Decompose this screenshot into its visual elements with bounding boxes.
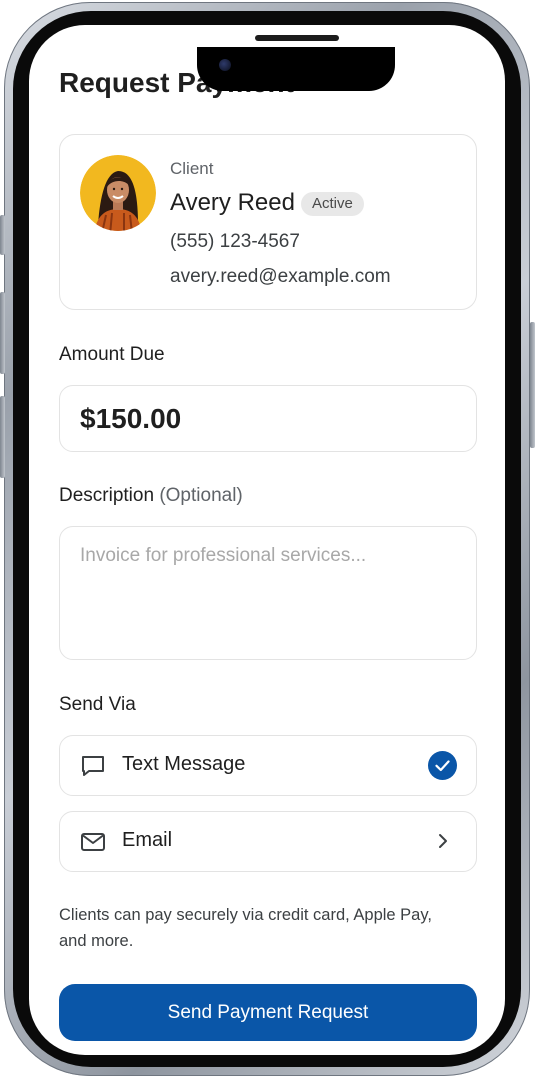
amount-label: Amount Due xyxy=(59,344,165,365)
description-label-text: Description xyxy=(59,485,155,506)
send-payment-request-button[interactable]: Send Payment Request xyxy=(59,984,477,1041)
client-email: avery.reed@example.com xyxy=(170,266,391,287)
front-camera xyxy=(219,59,231,71)
avatar xyxy=(80,155,156,231)
client-card[interactable]: Client Avery Reed Active (555) 123-4567 … xyxy=(59,134,477,310)
client-label: Client xyxy=(170,159,214,178)
description-input[interactable] xyxy=(59,526,477,660)
amount-input[interactable] xyxy=(59,385,477,452)
avatar-portrait-icon xyxy=(80,155,156,231)
client-name: Avery Reed xyxy=(170,189,295,216)
option-label: Email xyxy=(122,829,173,851)
description-label: Description (Optional) xyxy=(59,485,243,507)
selected-check-icon xyxy=(428,751,457,780)
send-option-text-message[interactable]: Text Message xyxy=(59,735,477,796)
volume-down-button xyxy=(0,396,5,478)
silent-switch xyxy=(0,215,5,255)
mail-icon xyxy=(81,833,105,851)
client-phone: (555) 123-4567 xyxy=(170,231,300,252)
status-badge: Active xyxy=(301,192,364,216)
app-screen: Request Payment Client Avery Reed Active… xyxy=(29,25,505,1055)
speaker xyxy=(255,35,339,41)
send-via-label: Send Via xyxy=(59,694,136,715)
power-button xyxy=(530,322,535,448)
optional-hint: (Optional) xyxy=(159,485,243,506)
payment-info-text: Clients can pay securely via credit card… xyxy=(59,906,432,950)
option-label: Text Message xyxy=(122,753,246,775)
volume-up-button xyxy=(0,292,5,374)
message-icon xyxy=(82,756,104,776)
chevron-right-icon xyxy=(439,834,447,848)
send-option-email[interactable]: Email xyxy=(59,811,477,872)
